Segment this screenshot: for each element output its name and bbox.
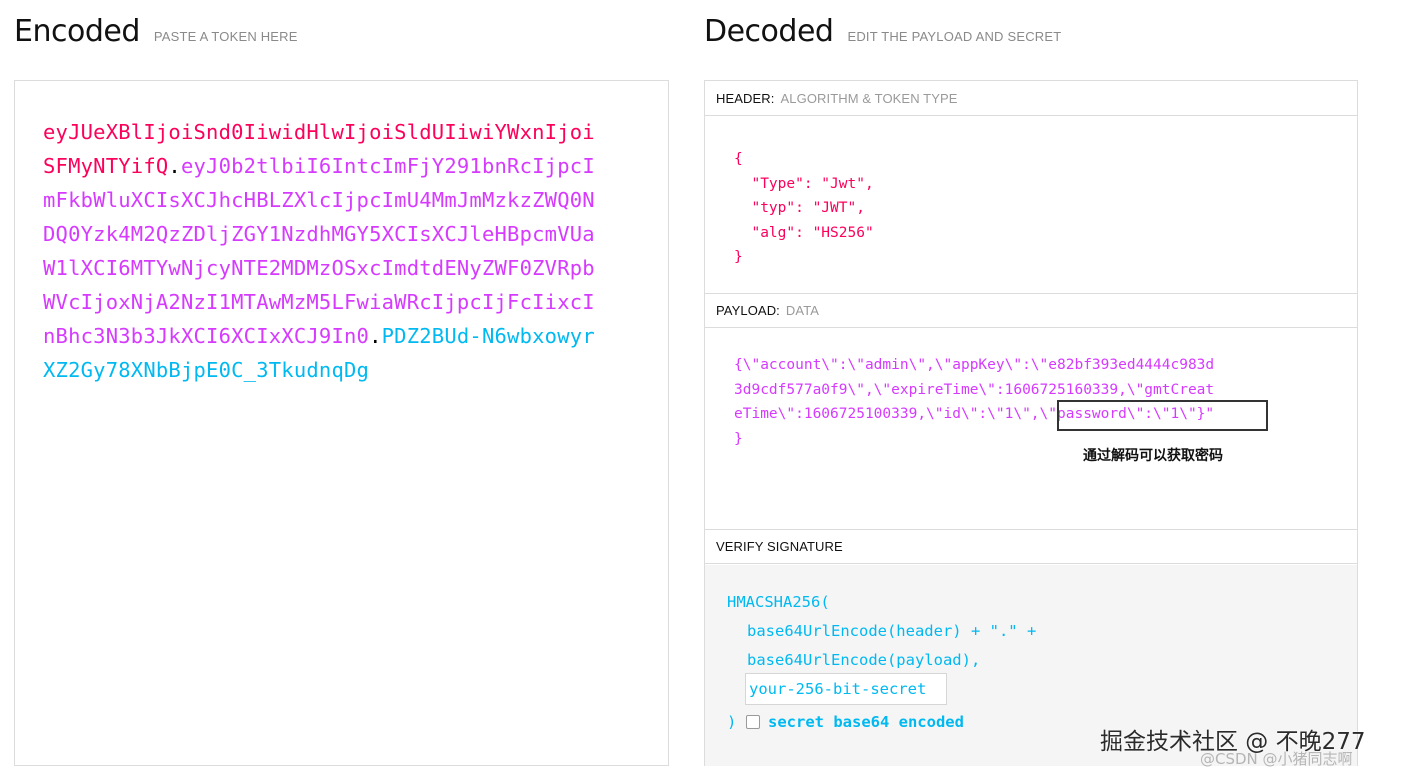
hmac-function-line: HMACSHA256(	[727, 593, 830, 611]
header-section-bar: HEADER: ALGORITHM & TOKEN TYPE	[705, 81, 1357, 116]
token-separator: .	[168, 154, 181, 178]
decoded-heading: Decoded EDIT THE PAYLOAD AND SECRET	[704, 14, 1061, 49]
payload-label: PAYLOAD:	[716, 303, 780, 318]
header-label: HEADER:	[716, 90, 775, 106]
secret-base64-label[interactable]: secret base64 encoded	[768, 713, 964, 731]
decoded-subtitle: EDIT THE PAYLOAD AND SECRET	[847, 29, 1062, 44]
secret-base64-checkbox[interactable]	[746, 715, 760, 729]
password-annotation: 通过解码可以获取密码	[1083, 448, 1223, 464]
encoded-title: Encoded	[14, 14, 140, 49]
decoded-title: Decoded	[704, 14, 834, 49]
verify-section-bar: VERIFY SIGNATURE	[705, 529, 1357, 564]
encoded-heading: Encoded PASTE A TOKEN HERE	[14, 14, 298, 49]
token-separator: .	[369, 324, 382, 348]
payload-encode-line: base64UrlEncode(payload),	[747, 651, 981, 669]
watermark-main: 掘金技术社区 @ 不晚277	[1100, 729, 1366, 755]
encoded-subtitle: PASTE A TOKEN HERE	[153, 29, 298, 44]
header-encode-line: base64UrlEncode(header) + "." +	[747, 622, 1037, 640]
hmac-close-paren: )	[727, 713, 737, 731]
encoded-token-editor[interactable]: eyJUeXBlIjoiSnd0IiwidHlwIjoiSldUIiwiYWxn…	[14, 80, 669, 766]
payload-section-bar: PAYLOAD: DATA	[705, 293, 1357, 328]
header-json-editor[interactable]: { "Type": "Jwt", "typ": "JWT", "alg": "H…	[734, 147, 874, 270]
decoded-panel: HEADER: ALGORITHM & TOKEN TYPE { "Type":…	[704, 80, 1358, 766]
token-payload-part: eyJ0b2tlbiI6IntcImFjY291bnRcIjpcImFkbWlu…	[43, 154, 595, 348]
encoded-token-text[interactable]: eyJUeXBlIjoiSnd0IiwidHlwIjoiSldUIiwiYWxn…	[43, 115, 603, 387]
secret-input[interactable]	[745, 673, 947, 705]
payload-sublabel: DATA	[785, 303, 820, 318]
verify-label: VERIFY SIGNATURE	[716, 539, 843, 554]
password-highlight-box	[1057, 400, 1268, 431]
header-sublabel: ALGORITHM & TOKEN TYPE	[780, 90, 958, 106]
